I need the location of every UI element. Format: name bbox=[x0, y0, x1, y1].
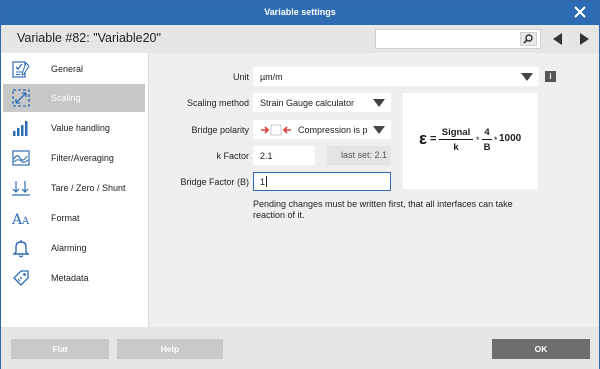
previous-button[interactable] bbox=[550, 31, 566, 47]
formula-panel: ε = Signal k * 4 B * 1000 bbox=[403, 93, 538, 189]
close-button[interactable] bbox=[571, 3, 589, 21]
formula-equals: = bbox=[430, 133, 437, 145]
sidebar-item-value-handling[interactable]: Value handling bbox=[3, 114, 145, 142]
sidebar-item-tare-zero-shunt[interactable]: Tare / Zero / Shunt bbox=[3, 174, 145, 202]
search-icon bbox=[523, 34, 533, 44]
sidebar-item-label: Tare / Zero / Shunt bbox=[51, 183, 126, 193]
formula-constant: 1000 bbox=[499, 133, 522, 144]
bridge-factor-value: 1 bbox=[260, 177, 266, 187]
sidebar: General Scaling Value handling Filter/Av… bbox=[1, 53, 149, 327]
triangle-right-icon bbox=[580, 33, 589, 45]
info-icon[interactable]: i bbox=[545, 71, 556, 82]
k-factor-value: 2.1 bbox=[260, 151, 273, 161]
pending-changes-note: Pending changes must be written first, t… bbox=[253, 199, 513, 220]
search-button[interactable] bbox=[520, 32, 537, 46]
scaling-panel: Unit µm/m i Scaling method Strain Gauge … bbox=[149, 53, 599, 327]
ok-button[interactable]: OK bbox=[492, 339, 590, 359]
variable-settings-dialog: Variable settings Variable #82: "Variabl… bbox=[0, 0, 600, 369]
unit-label: Unit bbox=[232, 72, 249, 82]
tare-icon bbox=[12, 181, 30, 196]
next-button[interactable] bbox=[576, 31, 592, 47]
text-cursor bbox=[266, 176, 267, 187]
bridge-factor-label: Bridge Factor (B) bbox=[180, 177, 249, 187]
sidebar-item-filter-averaging[interactable]: Filter/Averaging bbox=[3, 144, 145, 172]
footer-bar: Flat Help OK bbox=[1, 327, 599, 369]
flat-button[interactable]: Flat bbox=[11, 339, 109, 359]
scaling-method-value: Strain Gauge calculator bbox=[260, 98, 355, 108]
sidebar-item-label: Format bbox=[51, 213, 80, 223]
sidebar-item-label: Value handling bbox=[51, 123, 110, 133]
sidebar-item-label: General bbox=[51, 64, 84, 74]
dialog-title: Variable settings bbox=[264, 7, 336, 17]
bridge-polarity-select[interactable]: Compression is p bbox=[253, 120, 391, 139]
formula-b: B bbox=[483, 142, 491, 153]
header-bar: Variable #82: "Variable20" bbox=[1, 25, 599, 53]
filter-icon bbox=[12, 150, 30, 166]
scaling-method-select[interactable]: Strain Gauge calculator bbox=[253, 93, 391, 112]
general-icon bbox=[12, 61, 30, 78]
svg-text:A: A bbox=[21, 216, 30, 227]
formula-signal: Signal bbox=[441, 127, 471, 138]
sidebar-item-label: Scaling bbox=[51, 93, 81, 103]
k-factor-label: k Factor bbox=[216, 151, 249, 161]
formula-epsilon: ε bbox=[419, 129, 428, 148]
sidebar-item-format[interactable]: A A Format bbox=[3, 204, 145, 232]
formula-k: k bbox=[453, 142, 459, 153]
bell-icon bbox=[12, 240, 30, 258]
sidebar-item-label: Alarming bbox=[51, 243, 87, 253]
scaling-icon bbox=[12, 89, 30, 107]
formula-fraction-line bbox=[439, 139, 473, 141]
sidebar-item-general[interactable]: General bbox=[3, 55, 145, 83]
chevron-down-icon bbox=[373, 126, 385, 134]
last-set-value: last set: 2.1 bbox=[327, 146, 391, 165]
sidebar-item-metadata[interactable]: Metadata bbox=[3, 264, 145, 292]
help-button[interactable]: Help bbox=[117, 339, 223, 359]
formula-fraction-line bbox=[482, 139, 492, 141]
sidebar-item-label: Filter/Averaging bbox=[51, 153, 114, 163]
metadata-icon bbox=[13, 270, 29, 286]
unit-value: µm/m bbox=[260, 72, 283, 82]
sidebar-item-scaling[interactable]: Scaling bbox=[3, 84, 145, 112]
compression-arrows-icon bbox=[261, 124, 291, 136]
formula-times: * bbox=[494, 135, 498, 145]
bridge-polarity-label: Bridge polarity bbox=[191, 125, 249, 135]
formula-times: * bbox=[476, 135, 480, 145]
unit-select[interactable]: µm/m bbox=[253, 67, 539, 86]
bridge-polarity-value: Compression is p bbox=[298, 125, 368, 135]
format-icon: A A bbox=[11, 212, 30, 228]
variable-title: Variable #82: "Variable20" bbox=[17, 31, 161, 45]
bridge-factor-input[interactable]: 1 bbox=[253, 172, 391, 191]
scaling-method-label: Scaling method bbox=[186, 98, 249, 108]
chevron-down-icon bbox=[521, 73, 533, 81]
sidebar-item-alarming[interactable]: Alarming bbox=[3, 234, 145, 262]
formula-four: 4 bbox=[484, 127, 490, 138]
title-bar: Variable settings bbox=[1, 1, 599, 25]
k-factor-input[interactable]: 2.1 bbox=[253, 146, 315, 165]
sidebar-item-label: Metadata bbox=[51, 273, 89, 283]
value-handling-icon bbox=[13, 121, 28, 136]
triangle-left-icon bbox=[553, 33, 562, 45]
search-input[interactable] bbox=[375, 29, 541, 49]
chevron-down-icon bbox=[373, 99, 385, 107]
close-icon bbox=[574, 6, 586, 18]
